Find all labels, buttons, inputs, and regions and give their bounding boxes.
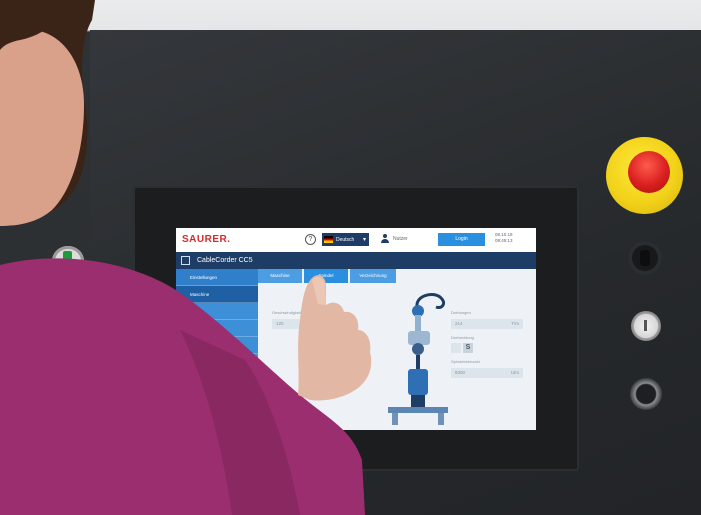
operator-person (0, 0, 372, 515)
scene: SAURER. ? Deutsch ▾ Nutzer Login 08.10.1… (0, 0, 701, 515)
